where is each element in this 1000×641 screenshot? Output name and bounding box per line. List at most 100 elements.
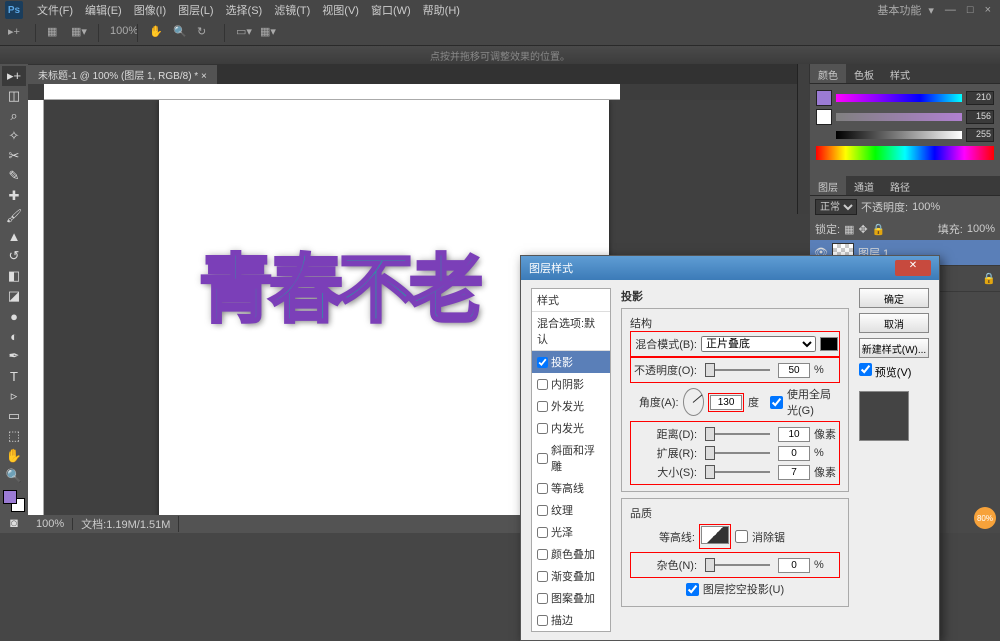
size-input[interactable] [778,465,810,480]
wand-tool[interactable]: ✧ [2,126,26,146]
quickmask-tool[interactable]: ◙ [2,512,26,532]
blur-tool[interactable]: ● [2,306,26,326]
style-item-innerglow[interactable]: 内发光 [532,417,610,439]
style-check[interactable] [537,527,548,538]
style-item-dropshadow[interactable]: 投影 [532,351,610,373]
style-item-innershadow[interactable]: 内阴影 [532,373,610,395]
lock-position-icon[interactable]: ✥ [858,223,867,236]
move-tool[interactable]: ▸+ [2,66,26,86]
cancel-button[interactable]: 取消 [859,313,929,333]
maximize-icon[interactable]: □ [963,2,978,18]
shadow-color-swatch[interactable] [820,337,838,351]
tab-channels[interactable]: 通道 [846,176,882,195]
global-light-check[interactable] [770,396,783,409]
dodge-tool[interactable]: ◐ [2,326,26,346]
eyedropper-tool[interactable]: ✎ [2,166,26,186]
menu-select[interactable]: 选择(S) [220,2,269,18]
3d-tool[interactable]: ⬚ [2,426,26,446]
zoom-level[interactable]: 100% [110,25,126,41]
opacity-value[interactable]: 100% [912,201,940,213]
minimize-icon[interactable]: — [941,2,960,18]
tab-swatches[interactable]: 色板 [846,64,882,83]
rotate-icon[interactable]: ↻ [197,25,213,41]
style-check[interactable] [537,615,548,626]
launcher-icon[interactable]: ▦ [47,25,63,41]
angle-dial[interactable] [683,388,704,416]
bri-slider[interactable] [836,131,962,139]
style-check[interactable] [537,505,548,516]
style-item-patternoverlay[interactable]: 图案叠加 [532,587,610,609]
bridge-icon[interactable]: ▦▾ [71,25,87,41]
style-check[interactable] [537,357,548,368]
brush-tool[interactable]: 🖌 [2,206,26,226]
style-item-contour[interactable]: 等高线 [532,477,610,499]
crop-tool[interactable]: ✂ [2,146,26,166]
style-item-satin[interactable]: 光泽 [532,521,610,543]
pen-tool[interactable]: ✒ [2,346,26,366]
style-check[interactable] [537,571,548,582]
type-tool[interactable]: T [2,366,26,386]
spread-input[interactable] [778,446,810,461]
sat-value[interactable]: 156 [966,110,994,124]
menu-file[interactable]: 文件(F) [31,2,79,18]
zoom-icon[interactable]: 🔍 [173,25,189,41]
style-item-texture[interactable]: 纹理 [532,499,610,521]
style-check[interactable] [537,379,548,390]
knockout-check[interactable] [686,583,699,596]
color-swatch[interactable] [3,490,25,512]
dialog-close-button[interactable]: ✕ [895,260,931,276]
angle-input[interactable] [710,395,742,410]
zoom-tool[interactable]: 🔍 [2,466,26,486]
lasso-tool[interactable]: ⌕ [2,106,26,126]
dialog-title-bar[interactable]: 图层样式 ✕ [521,256,939,280]
ok-button[interactable]: 确定 [859,288,929,308]
gradient-tool[interactable]: ◪ [2,286,26,306]
lock-all-icon[interactable]: 🔒 [872,223,886,236]
menu-layer[interactable]: 图层(L) [172,2,219,18]
menu-help[interactable]: 帮助(H) [417,2,466,18]
menu-image[interactable]: 图像(I) [128,2,172,18]
stamp-tool[interactable]: ▲ [2,226,26,246]
status-docsize[interactable]: 文档:1.19M/1.51M [73,516,179,532]
shape-tool[interactable]: ▭ [2,406,26,426]
style-check[interactable] [537,453,548,464]
opacity-slider[interactable] [705,369,770,371]
bg-swatch[interactable] [816,109,832,125]
fill-value[interactable]: 100% [967,223,995,235]
style-item-bevel[interactable]: 斜面和浮雕 [532,439,610,477]
arrange-icon[interactable]: ▦▾ [260,25,276,41]
blend-mode-dropdown[interactable]: 正片叠底 [701,336,816,352]
lock-pixels-icon[interactable]: ▦ [844,223,854,236]
tab-color[interactable]: 颜色 [810,64,846,83]
blend-mode-select[interactable]: 正常 [815,199,857,215]
hue-slider[interactable] [836,94,962,102]
collapsed-panel-strip[interactable] [797,64,809,214]
eraser-tool[interactable]: ◧ [2,266,26,286]
menu-window[interactable]: 窗口(W) [365,2,417,18]
style-item-stroke[interactable]: 描边 [532,609,610,631]
hand-tool[interactable]: ✋ [2,446,26,466]
tab-layers[interactable]: 图层 [810,176,846,195]
opacity-input[interactable] [778,363,810,378]
sat-slider[interactable] [836,113,962,121]
blend-options-item[interactable]: 混合选项:默认 [532,312,610,351]
style-item-coloroverlay[interactable]: 颜色叠加 [532,543,610,565]
style-check[interactable] [537,549,548,560]
marquee-tool[interactable]: ◫ [2,86,26,106]
tab-paths[interactable]: 路径 [882,176,918,195]
spectrum-bar[interactable] [816,146,994,160]
style-check[interactable] [537,401,548,412]
bri-value[interactable]: 255 [966,128,994,142]
style-check[interactable] [537,593,548,604]
path-tool[interactable]: ▹ [2,386,26,406]
style-check[interactable] [537,483,548,494]
contour-picker[interactable] [701,526,729,544]
heal-tool[interactable]: ✚ [2,186,26,206]
history-brush-tool[interactable]: ↺ [2,246,26,266]
hue-value[interactable]: 210 [966,91,994,105]
new-style-button[interactable]: 新建样式(W)... [859,338,929,358]
tab-styles[interactable]: 样式 [882,64,918,83]
antialias-check[interactable] [735,530,748,543]
size-slider[interactable] [705,471,770,473]
noise-slider[interactable] [705,564,770,566]
